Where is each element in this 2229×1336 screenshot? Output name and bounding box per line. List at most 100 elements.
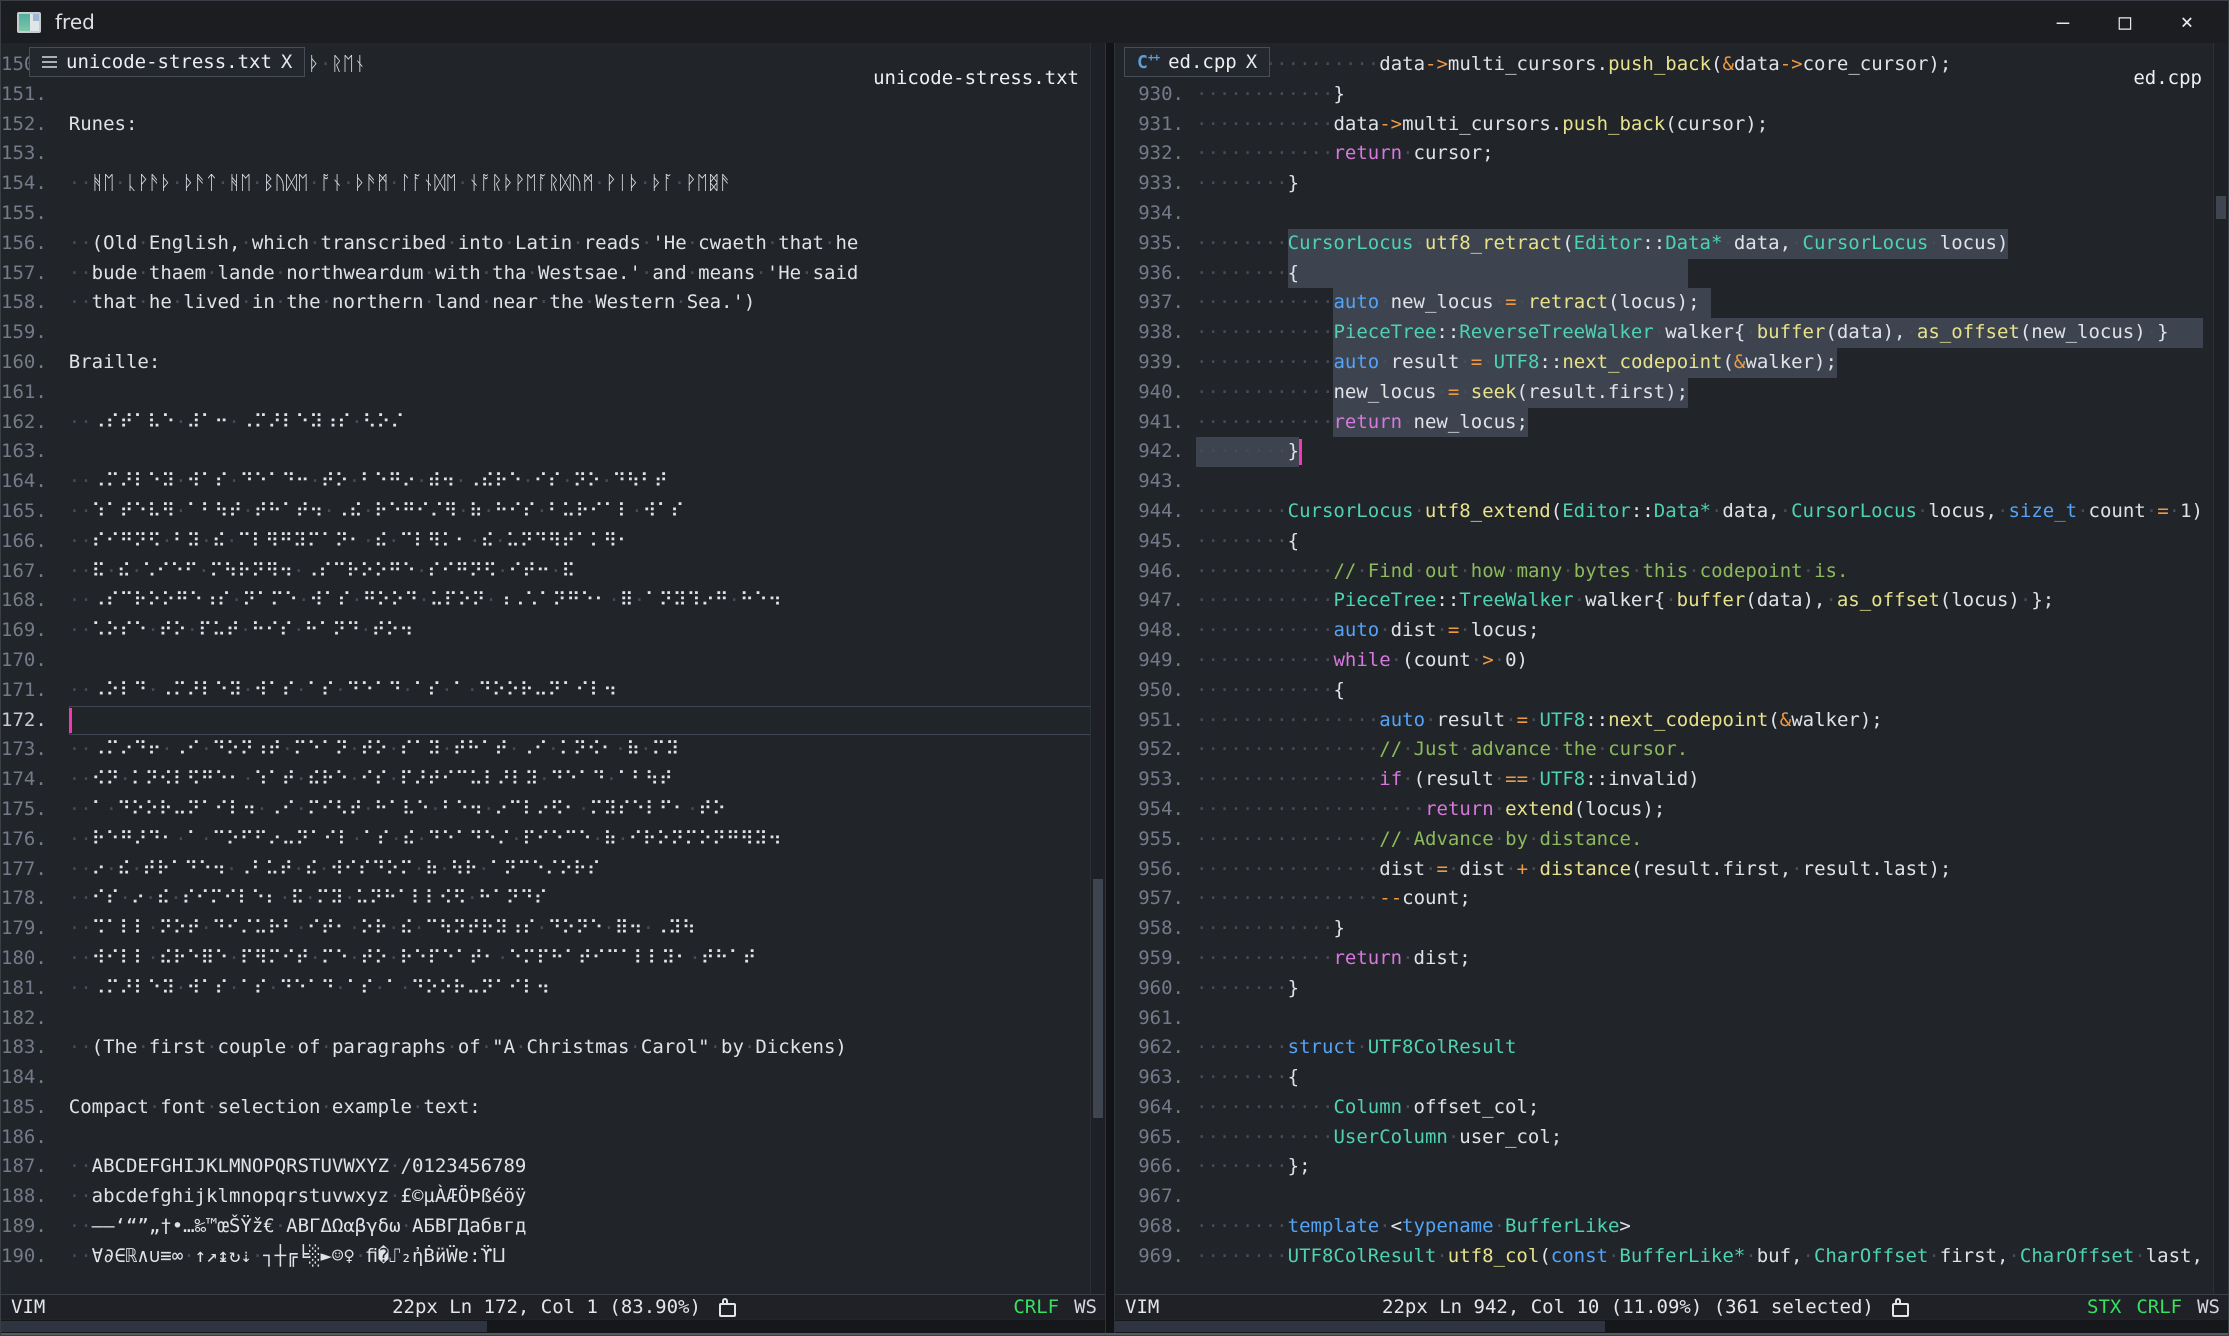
code-line[interactable]: 931.············data->multi_cursors.push… <box>1115 110 2214 140</box>
code-line[interactable]: 184. <box>1 1063 1091 1093</box>
code-line[interactable]: 159. <box>1 318 1091 348</box>
vertical-scrollbar[interactable] <box>2213 43 2228 1295</box>
code-line[interactable]: 168.··⠠⠎⠉⠗⠕⠕⠛⠑⠰⠎·⠝⠁⠍⠑·⠺⠁⠎·⠛⠕⠕⠙·⠥⠏⠕⠝·⠰⠠⠡⠁… <box>1 586 1091 616</box>
code-line[interactable]: 177.··⠔·⠮·⠞⠗⠁⠙⠑⠲·⠠⠃⠥⠞·⠮·⠺⠊⠎⠙⠕⠍·⠷·⠳⠗·⠁⠝⠉⠑… <box>1 855 1091 885</box>
code-line[interactable]: 949.············while·(count·>·0) <box>1115 646 2214 676</box>
horizontal-scrollbar[interactable] <box>1 1320 1105 1333</box>
tab-ed-cpp[interactable]: C++ ed.cpp X <box>1124 47 1270 77</box>
code-line[interactable]: 968.········template·<typename·BufferLik… <box>1115 1212 2214 1242</box>
code-line[interactable]: 951.················auto·result·=·UTF8::… <box>1115 706 2214 736</box>
code-line[interactable]: 169.··⠡⠕⠎⠑·⠞⠕·⠏⠥⠞·⠓⠊⠎·⠓⠁⠝⠙·⠞⠕⠲ <box>1 616 1091 646</box>
code-line[interactable]: 158.··that·he·lived·in·the·northern·land… <box>1 288 1091 318</box>
code-line[interactable]: 156.··(Old·English,·which·transcribed·in… <box>1 229 1091 259</box>
code-line[interactable]: 946.············//·Find·out·how·many·byt… <box>1115 557 2214 587</box>
code-line[interactable]: 967. <box>1115 1182 2214 1212</box>
code-line[interactable]: 173.··⠠⠍⠔⠙⠖·⠠⠊·⠙⠕⠝⠰⠞·⠍⠑⠁⠝·⠞⠕·⠎⠁⠽·⠞⠓⠁⠞·⠠⠊… <box>1 735 1091 765</box>
code-line[interactable]: 155. <box>1 199 1091 229</box>
code-line[interactable]: 164.··⠠⠍⠜⠇⠑⠽·⠺⠁⠎·⠙⠑⠁⠙⠒·⠞⠕·⠃⠑⠛⠔·⠾⠲·⠠⠮⠗⠑·⠊… <box>1 467 1091 497</box>
code-line[interactable]: 172. <box>1 706 1091 736</box>
code-line[interactable]: 937.············auto·new_locus·=·retract… <box>1115 288 2214 318</box>
code-line[interactable]: 175.··⠁·⠙⠕⠕⠗⠤⠝⠁⠊⠇⠲·⠠⠊·⠍⠊⠣⠞·⠓⠁⠧⠑·⠃⠑⠲·⠔⠉⠇⠔… <box>1 795 1091 825</box>
horizontal-scrollbar[interactable] <box>1115 1320 2228 1333</box>
code-line[interactable]: 943. <box>1115 467 2214 497</box>
code-line[interactable]: 179.··⠩⠁⠇⠇·⠝⠕⠞·⠙⠊⠌⠥⠗⠃·⠊⠞⠂·⠕⠗·⠮·⠉⠳⠝⠞⠗⠽⠰⠎·… <box>1 914 1091 944</box>
code-line[interactable]: 954.····················return·extend(lo… <box>1115 795 2214 825</box>
code-line[interactable]: 187.··ABCDEFGHIJKLMNOPQRSTUVWXYZ·/012345… <box>1 1152 1091 1182</box>
scrollbar-thumb[interactable] <box>1093 879 1103 1118</box>
scrollbar-thumb[interactable] <box>1 1321 487 1332</box>
code-line[interactable]: 940.············new_locus·=·seek(result.… <box>1115 378 2214 408</box>
tab-close-icon[interactable]: X <box>281 51 292 73</box>
code-line[interactable]: 930.············} <box>1115 80 2214 110</box>
code-line[interactable]: 174.··⠪⠝·⠅⠝⠪⠇⠫⠛⠑⠂·⠱⠁⠞·⠮⠗⠑·⠊⠎·⠏⠜⠞⠊⠉⠥⠇⠜⠇⠽·… <box>1 765 1091 795</box>
code-line[interactable]: 935.········CursorLocus·utf8_retract(Edi… <box>1115 229 2214 259</box>
code-line[interactable]: 929.················data->multi_cursors.… <box>1115 50 2214 80</box>
code-line[interactable]: 945.········{ <box>1115 527 2214 557</box>
code-line[interactable]: 188.··abcdefghijklmnopqrstuvwxyz·£©µÀÆÖÞ… <box>1 1182 1091 1212</box>
minimize-button[interactable]: — <box>2032 1 2094 43</box>
code-line[interactable]: 959.············return·dist; <box>1115 944 2214 974</box>
pane-divider[interactable] <box>1105 43 1115 1335</box>
code-line[interactable]: 932.············return·cursor; <box>1115 139 2214 169</box>
code-line[interactable]: 939.············auto·result·=·UTF8::next… <box>1115 348 2214 378</box>
code-line[interactable]: 186. <box>1 1123 1091 1153</box>
code-line[interactable]: 933.········} <box>1115 169 2214 199</box>
code-line[interactable]: 938.············PieceTree::ReverseTreeWa… <box>1115 318 2214 348</box>
code-line[interactable]: 171.··⠠⠕⠇⠙·⠠⠍⠜⠇⠑⠽·⠺⠁⠎·⠁⠎·⠙⠑⠁⠙·⠁⠎·⠁·⠙⠕⠕⠗⠤… <box>1 676 1091 706</box>
code-line[interactable]: 964.············Column·offset_col; <box>1115 1093 2214 1123</box>
code-area[interactable]: 929.················data->multi_cursors.… <box>1115 64 2214 1272</box>
code-line[interactable]: 152.Runes: <box>1 110 1091 140</box>
code-line[interactable]: 190.··∀∂∈ℝ∧∪≡∞·↑↗↨↻⇣·┐┼╔╘░►☺♀·ﬁ�⑀₂ἠḂӥẄɐ:… <box>1 1242 1091 1272</box>
scrollbar-thumb[interactable] <box>2216 196 2226 219</box>
code-line[interactable]: 956.················dist·=·dist·+·distan… <box>1115 855 2214 885</box>
code-line[interactable]: 950.············{ <box>1115 676 2214 706</box>
code-line[interactable]: 969.········UTF8ColResult·utf8_col(const… <box>1115 1242 2214 1272</box>
code-line[interactable]: 176.··⠗⠑⠛⠜⠙⠂·⠁·⠉⠕⠋⠋⠔⠤⠝⠁⠊⠇·⠁⠎·⠮·⠙⠑⠁⠙⠑⠌·⠏⠊… <box>1 825 1091 855</box>
code-line[interactable]: 183.··(The·first·couple·of·paragraphs·of… <box>1 1033 1091 1063</box>
code-line[interactable]: 162.··⠠⠎⠞⠁⠧⠑·⠼⠁⠒·⠠⠍⠜⠇⠑⠽⠰⠎·⠣⠕⠌ <box>1 408 1091 438</box>
code-line[interactable]: 182. <box>1 1004 1091 1034</box>
window-resize-edge[interactable] <box>1 1333 2228 1335</box>
code-line[interactable]: 154.··ᚻᛖ·ᚳᚹᚫᚦ·ᚦᚫᛏ·ᚻᛖ·ᛒᚢᛞᛖ·ᚩᚾ·ᚦᚫᛗ·ᛚᚪᚾᛞᛖ·ᚾ… <box>1 169 1091 199</box>
code-line[interactable]: 161. <box>1 378 1091 408</box>
tab-unicode-stress[interactable]: unicode-stress.txt X <box>29 47 305 77</box>
code-line[interactable]: 957.················--count; <box>1115 884 2214 914</box>
code-line[interactable]: 955.················//·Advance·by·distan… <box>1115 825 2214 855</box>
code-line[interactable]: 942.········} <box>1115 437 2214 467</box>
code-line[interactable]: 948.············auto·dist·=·locus; <box>1115 616 2214 646</box>
tab-close-icon[interactable]: X <box>1246 51 1257 73</box>
code-line[interactable]: 953.················if·(result·==·UTF8::… <box>1115 765 2214 795</box>
code-line[interactable]: 185.Compact·font·selection·example·text: <box>1 1093 1091 1123</box>
code-line[interactable]: 163. <box>1 437 1091 467</box>
code-area[interactable]: 150.ᚠᛚᚩᛞᚢ·ᚹᛁᚦ·ᚦᚪᛗ·ᚹᛖᛥᚫ·ᛒᛁᚦ·ᚱᛖᚾ151.152.Ru… <box>1 64 1091 1272</box>
code-line[interactable]: 189.··–—‘“”„†•…‰™œŠŸž€·ΑΒΓΔΩαβγδω·АБВГДа… <box>1 1212 1091 1242</box>
code-line[interactable]: 936.········{ <box>1115 259 2214 289</box>
code-line[interactable]: 166.··⠎⠊⠛⠝⠫·⠃⠽·⠮·⠉⠇⠻⠛⠽⠍⠁⠝⠂·⠮·⠉⠇⠻⠅⠂·⠮·⠥⠝⠙… <box>1 527 1091 557</box>
code-line[interactable]: 966.········}; <box>1115 1152 2214 1182</box>
code-line[interactable]: 180.··⠺⠊⠇⠇·⠮⠗⠑⠿⠑·⠏⠻⠍⠊⠞·⠍⠑·⠞⠕·⠗⠑⠏⠑⠁⠞⠂·⠑⠍⠏… <box>1 944 1091 974</box>
text-editor-right[interactable]: 929.················data->multi_cursors.… <box>1115 43 2228 1295</box>
code-line[interactable]: 181.··⠠⠍⠜⠇⠑⠽·⠺⠁⠎·⠁⠎·⠙⠑⠁⠙·⠁⠎·⠁·⠙⠕⠕⠗⠤⠝⠁⠊⠇⠲ <box>1 974 1091 1004</box>
code-line[interactable]: 941.············return·new_locus; <box>1115 408 2214 438</box>
code-line[interactable]: 178.··⠊⠎·⠔·⠮·⠎⠊⠍⠊⠇⠑⠆·⠯·⠍⠽·⠥⠝⠓⠁⠇⠇⠪⠫·⠓⠁⠝⠙⠎ <box>1 884 1091 914</box>
code-line[interactable]: 965.············UserColumn·user_col; <box>1115 1123 2214 1153</box>
vertical-scrollbar[interactable] <box>1090 43 1105 1295</box>
code-line[interactable]: 961. <box>1115 1004 2214 1034</box>
code-line[interactable]: 952.················//·Just·advance·the·… <box>1115 735 2214 765</box>
code-line[interactable]: 934. <box>1115 199 2214 229</box>
text-editor-left[interactable]: 150.ᚠᛚᚩᛞᚢ·ᚹᛁᚦ·ᚦᚪᛗ·ᚹᛖᛥᚫ·ᛒᛁᚦ·ᚱᛖᚾ151.152.Ru… <box>1 43 1105 1295</box>
code-line[interactable]: 160.Braille: <box>1 348 1091 378</box>
code-line[interactable]: 944.········CursorLocus·utf8_extend(Edit… <box>1115 497 2214 527</box>
code-line[interactable]: 962.········struct·UTF8ColResult <box>1115 1033 2214 1063</box>
maximize-button[interactable]: □ <box>2094 1 2156 43</box>
code-line[interactable]: 165.··⠱⠁⠞⠑⠧⠻·⠁⠃⠳⠞·⠞⠓⠁⠞⠲·⠠⠮·⠗⠑⠛⠊⠌⠻·⠷·⠓⠊⠎·… <box>1 497 1091 527</box>
code-line[interactable]: 157.··bude·thaem·lande·northweardum·with… <box>1 259 1091 289</box>
code-line[interactable]: 960.········} <box>1115 974 2214 1004</box>
code-line[interactable]: 963.········{ <box>1115 1063 2214 1093</box>
close-button[interactable]: × <box>2156 1 2218 43</box>
code-line[interactable]: 958.············} <box>1115 914 2214 944</box>
code-line[interactable]: 947.············PieceTree::TreeWalker·wa… <box>1115 586 2214 616</box>
code-line[interactable]: 167.··⠯·⠮·⠡⠊⠑⠋·⠍⠳⠗⠝⠻⠲·⠠⠎⠉⠗⠕⠕⠛⠑·⠎⠊⠛⠝⠫·⠊⠞⠒… <box>1 557 1091 587</box>
code-line[interactable]: 170. <box>1 646 1091 676</box>
code-line[interactable]: 153. <box>1 139 1091 169</box>
